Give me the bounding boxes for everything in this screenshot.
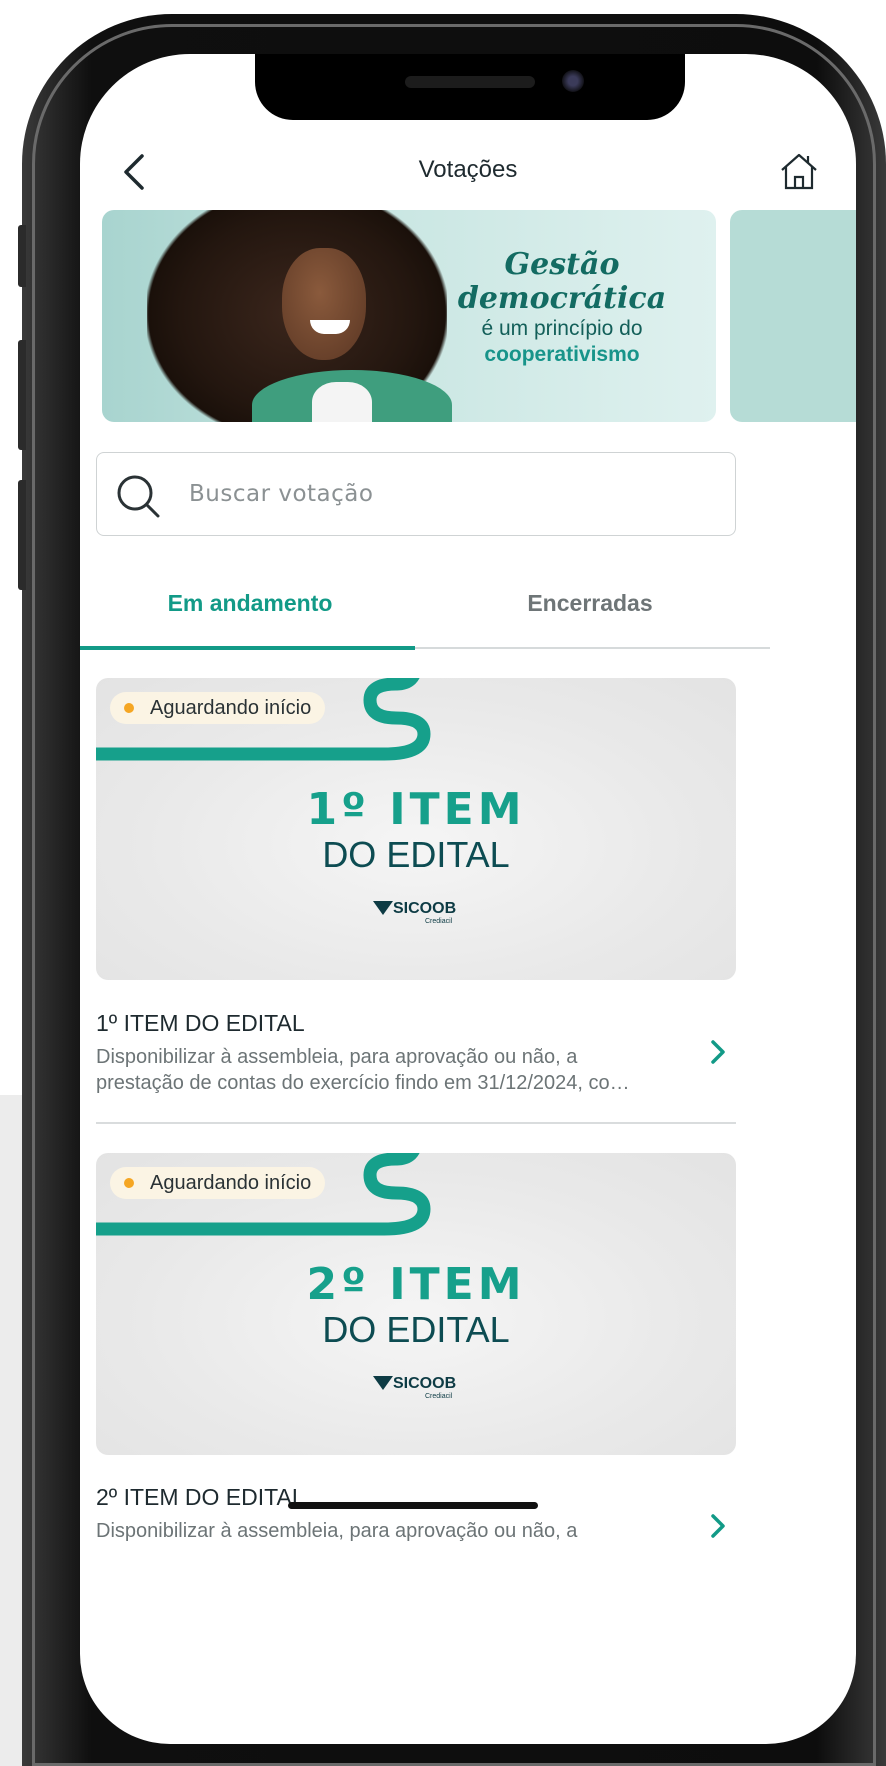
sicoob-logo-subtext: Crediacil — [425, 918, 453, 925]
phone-side-button — [18, 340, 26, 450]
app-screen: Votações Gestão democrática é um princíp… — [80, 54, 856, 1744]
banner-text: Gestão democrática é um princípio do coo… — [432, 248, 692, 368]
sicoob-logo: SICOOB Crediacil — [373, 898, 463, 928]
promo-banner[interactable]: Gestão democrática é um princípio do coo… — [102, 210, 716, 422]
sicoob-logo-mark — [373, 901, 393, 915]
card-image-subheading: DO EDITAL — [322, 834, 510, 875]
card-image[interactable]: Aguardando início 1º ITEM DO EDITAL SICO… — [96, 678, 736, 980]
phone-side-button — [18, 225, 26, 287]
sicoob-logo-subtext: Crediacil — [425, 1393, 453, 1400]
card-title[interactable]: 1º ITEM DO EDITAL — [96, 1010, 305, 1037]
banner-photo-face — [282, 248, 366, 360]
banner-line-2: democrática — [457, 281, 667, 316]
status-badge-label: Aguardando início — [150, 697, 312, 719]
tab-em-andamento[interactable]: Em andamento — [80, 590, 420, 617]
banner-line-1: Gestão — [504, 247, 620, 282]
page-title: Votações — [418, 156, 518, 183]
status-badge: Aguardando início — [110, 1167, 326, 1199]
sicoob-logo-text: SICOOB — [393, 900, 457, 917]
status-badge: Aguardando início — [110, 692, 326, 724]
next-banner-peek[interactable] — [730, 210, 856, 422]
banner-line-4: cooperativismo — [484, 343, 640, 366]
status-dot — [124, 1178, 134, 1188]
status-dot — [124, 703, 134, 713]
search-input[interactable]: Buscar votação — [96, 452, 736, 536]
speaker-grille — [405, 76, 535, 88]
list-divider — [96, 1122, 736, 1124]
card-image-heading: 2º ITEM — [306, 1259, 526, 1310]
card-image[interactable]: Aguardando início 2º ITEM DO EDITAL SICO… — [96, 1153, 736, 1455]
status-badge-label: Aguardando início — [150, 1172, 312, 1194]
home-icon[interactable] — [778, 150, 820, 192]
card-description[interactable]: Disponibilizar à assembleia, para aprova… — [96, 1518, 682, 1544]
card-description-line-1: Disponibilizar à assembleia, para aprova… — [96, 1046, 578, 1068]
card-image-heading: 1º ITEM — [306, 784, 526, 835]
banner-line-3: é um princípio do — [481, 317, 643, 340]
card-description-line-2: prestação de contas do exercício findo e… — [96, 1072, 630, 1094]
card-description[interactable]: Disponibilizar à assembleia, para aprova… — [96, 1044, 682, 1096]
card-description-line-1: Disponibilizar à assembleia, para aprova… — [96, 1520, 578, 1542]
banner-photo-shirt — [312, 382, 372, 422]
tab-encerradas[interactable]: Encerradas — [420, 590, 760, 617]
active-tab-indicator — [80, 646, 415, 650]
sicoob-logo-text: SICOOB — [393, 1375, 457, 1392]
home-indicator[interactable] — [288, 1502, 538, 1509]
search-icon — [117, 475, 160, 518]
front-camera — [562, 70, 584, 92]
card-image-subheading: DO EDITAL — [322, 1309, 510, 1350]
chevron-right-icon[interactable] — [708, 1038, 728, 1066]
search-placeholder: Buscar votação — [189, 481, 374, 507]
card-title[interactable]: 2º ITEM DO EDITAL — [96, 1484, 305, 1511]
sicoob-logo-mark — [373, 1376, 393, 1390]
phone-side-button — [18, 480, 26, 590]
sicoob-logo: SICOOB Crediacil — [373, 1373, 463, 1403]
phone-notch — [255, 54, 685, 120]
chevron-right-icon[interactable] — [708, 1512, 728, 1540]
